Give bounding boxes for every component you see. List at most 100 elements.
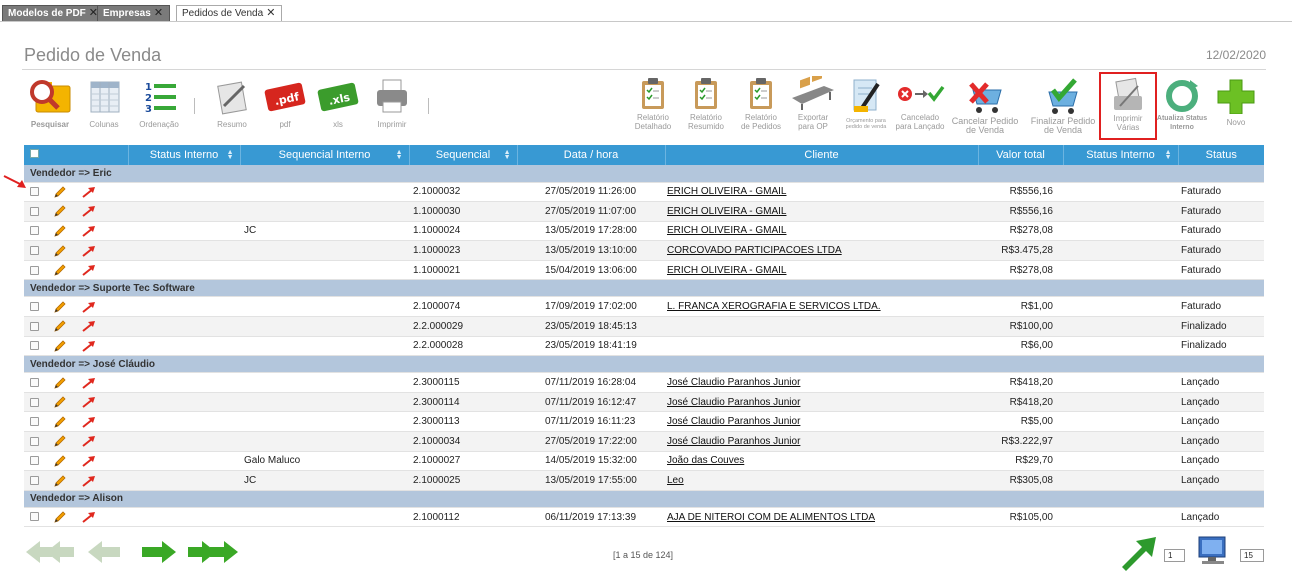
edit-icon[interactable] <box>53 415 67 429</box>
open-order-icon[interactable] <box>81 454 97 468</box>
summary-button[interactable]: Resumo <box>212 76 252 129</box>
print-button[interactable]: Imprimir <box>372 76 412 129</box>
col-cliente[interactable]: Cliente <box>665 145 979 165</box>
client-link[interactable]: José Claudio Paranhos Junior <box>667 416 800 427</box>
client-link[interactable]: ERICH OLIVEIRA - GMAIL <box>667 186 786 197</box>
sort-icon[interactable]: ▲ ▼ <box>396 149 403 161</box>
quote-to-order-button[interactable]: Orçamento para pedido de venda <box>840 76 892 130</box>
edit-icon[interactable] <box>53 204 67 218</box>
next-page-button[interactable] <box>140 539 178 565</box>
cancel-order-button[interactable]: Cancelar Pedido de Venda <box>946 76 1024 135</box>
edit-icon[interactable] <box>53 300 67 314</box>
detailed-report-button[interactable]: Relatório Detalhado <box>633 76 673 131</box>
print-multiple-button[interactable]: Imprimir Várias <box>1103 76 1153 132</box>
row-checkbox[interactable] <box>30 265 39 275</box>
table-row[interactable]: 2.3000115 07/11/2019 16:28:04 José Claudio… <box>24 372 1264 393</box>
open-order-icon[interactable] <box>81 474 97 488</box>
client-link[interactable]: João das Couves <box>667 455 744 466</box>
table-row[interactable]: 2.2.000029 23/05/2019 18:45:13 R$100,00 Fin… <box>24 316 1264 337</box>
row-checkbox[interactable] <box>30 302 39 312</box>
edit-icon[interactable] <box>53 224 67 238</box>
tab-empresas[interactable]: Empresas ✕ <box>97 5 171 21</box>
search-button[interactable]: Pesquisar <box>27 76 73 129</box>
row-checkbox[interactable] <box>30 456 39 466</box>
table-row[interactable]: 1.1000030 27/05/2019 11:07:00 ERICH OLIVEI… <box>24 201 1264 222</box>
row-checkbox[interactable] <box>30 245 39 255</box>
table-row[interactable]: 2.3000113 07/11/2019 16:11:23 José Claudio… <box>24 411 1264 433</box>
table-row[interactable]: 2.1000112 06/11/2019 17:13:39 AJA DE NITER… <box>24 507 1264 528</box>
page-size-input[interactable]: 15 <box>1240 549 1264 562</box>
update-status-button[interactable]: Atualiza Status Interno <box>1155 76 1209 132</box>
new-button[interactable]: Novo <box>1213 76 1259 127</box>
table-row[interactable]: Galo Maluco 2.1000027 14/05/2019 15:32:00 J… <box>24 451 1264 472</box>
open-order-icon[interactable] <box>81 415 97 429</box>
ordering-button[interactable]: 1 2 3 Ordenação <box>135 76 183 129</box>
edit-icon[interactable] <box>53 434 67 448</box>
table-row[interactable]: 1.1000021 15/04/2019 13:06:00 ERICH OLIVEI… <box>24 260 1264 281</box>
client-link[interactable]: AJA DE NITEROI COM DE ALIMENTOS LTDA <box>667 512 875 523</box>
client-link[interactable]: José Claudio Paranhos Junior <box>667 436 800 447</box>
client-link[interactable]: José Claudio Paranhos Junior <box>667 397 800 408</box>
tab-modelos-pdf[interactable]: Modelos de PDF ✕ <box>2 5 106 21</box>
open-order-icon[interactable] <box>81 434 97 448</box>
col-sequencial[interactable]: Sequencial ▲ ▼ <box>409 145 518 165</box>
last-page-button[interactable] <box>186 539 240 565</box>
row-checkbox[interactable] <box>30 475 39 485</box>
col-sequencial-interno[interactable]: Sequencial Interno ▲ ▼ <box>240 145 410 165</box>
table-row[interactable]: 2.1000034 27/05/2019 17:22:00 José Claudio… <box>24 431 1264 452</box>
col-status-interno[interactable]: Status Interno ▲ ▼ <box>128 145 241 165</box>
col-status[interactable]: Status <box>1178 145 1264 165</box>
open-order-icon[interactable] <box>81 244 97 258</box>
edit-icon[interactable] <box>53 339 67 353</box>
edit-icon[interactable] <box>53 185 67 199</box>
row-checkbox[interactable] <box>30 436 39 446</box>
open-order-icon[interactable] <box>81 263 97 277</box>
client-link[interactable]: CORCOVADO PARTICIPACOES LTDA <box>667 245 842 256</box>
cancelled-to-launched-button[interactable]: Cancelado para Lançado <box>894 76 946 131</box>
select-all-checkbox[interactable] <box>29 149 39 158</box>
client-link[interactable]: ERICH OLIVEIRA - GMAIL <box>667 225 786 236</box>
monitor-icon[interactable] <box>1196 535 1230 567</box>
open-order-icon[interactable] <box>81 395 97 409</box>
edit-icon[interactable] <box>53 395 67 409</box>
open-order-icon[interactable] <box>81 510 97 524</box>
edit-icon[interactable] <box>53 376 67 390</box>
client-link[interactable]: ERICH OLIVEIRA - GMAIL <box>667 206 786 217</box>
tab-pedidos-venda[interactable]: Pedidos de Venda ✕ <box>176 5 283 21</box>
col-data-hora[interactable]: Data / hora <box>517 145 666 165</box>
edit-icon[interactable] <box>53 474 67 488</box>
table-row[interactable]: 2.3000114 07/11/2019 16:12:47 José Claudio… <box>24 392 1264 413</box>
table-row[interactable]: JC 1.1000024 13/05/2019 17:28:00 ERICH OLIV… <box>24 221 1264 242</box>
pdf-button[interactable]: .pdf pdf <box>262 76 308 129</box>
table-row[interactable]: 1.1000023 13/05/2019 13:10:00 CORCOVADO PA… <box>24 240 1264 261</box>
row-checkbox[interactable] <box>30 377 39 387</box>
sort-icon[interactable]: ▲ ▼ <box>1165 149 1172 161</box>
row-checkbox[interactable] <box>30 206 39 216</box>
open-order-icon[interactable] <box>81 376 97 390</box>
first-page-button[interactable] <box>24 539 78 565</box>
open-order-icon[interactable] <box>81 300 97 314</box>
col-status-interno-2[interactable]: Status Interno ▲ ▼ <box>1063 145 1179 165</box>
xls-button[interactable]: .xls xls <box>315 76 361 129</box>
client-link[interactable]: L. FRANCA XEROGRAFIA E SERVICOS LTDA. <box>667 301 881 312</box>
close-icon[interactable]: ✕ <box>266 6 275 21</box>
open-order-icon[interactable] <box>81 339 97 353</box>
edit-icon[interactable] <box>53 319 67 333</box>
col-valor-total[interactable]: Valor total <box>978 145 1064 165</box>
edit-icon[interactable] <box>53 510 67 524</box>
client-link[interactable]: Leo <box>667 475 684 486</box>
columns-button[interactable]: Colunas <box>85 76 123 129</box>
row-checkbox[interactable] <box>30 321 39 331</box>
summary-report-button[interactable]: Relatório Resumido <box>686 76 726 131</box>
go-to-page-icon[interactable] <box>1118 533 1158 571</box>
table-row[interactable]: 2.1000032 27/05/2019 11:26:00 ERICH OLIVEI… <box>24 182 1264 203</box>
table-row[interactable]: 2.2.000028 23/05/2019 18:41:19 R$6,00 Final… <box>24 336 1264 357</box>
previous-page-button[interactable] <box>86 539 124 565</box>
edit-icon[interactable] <box>53 244 67 258</box>
edit-icon[interactable] <box>53 454 67 468</box>
finalize-order-button[interactable]: Finalizar Pedido de Venda <box>1024 76 1102 135</box>
orders-report-button[interactable]: Relatório de Pedidos <box>738 76 784 131</box>
edit-icon[interactable] <box>53 263 67 277</box>
row-checkbox[interactable] <box>30 417 39 427</box>
export-op-button[interactable]: Exportar para OP <box>790 76 836 131</box>
